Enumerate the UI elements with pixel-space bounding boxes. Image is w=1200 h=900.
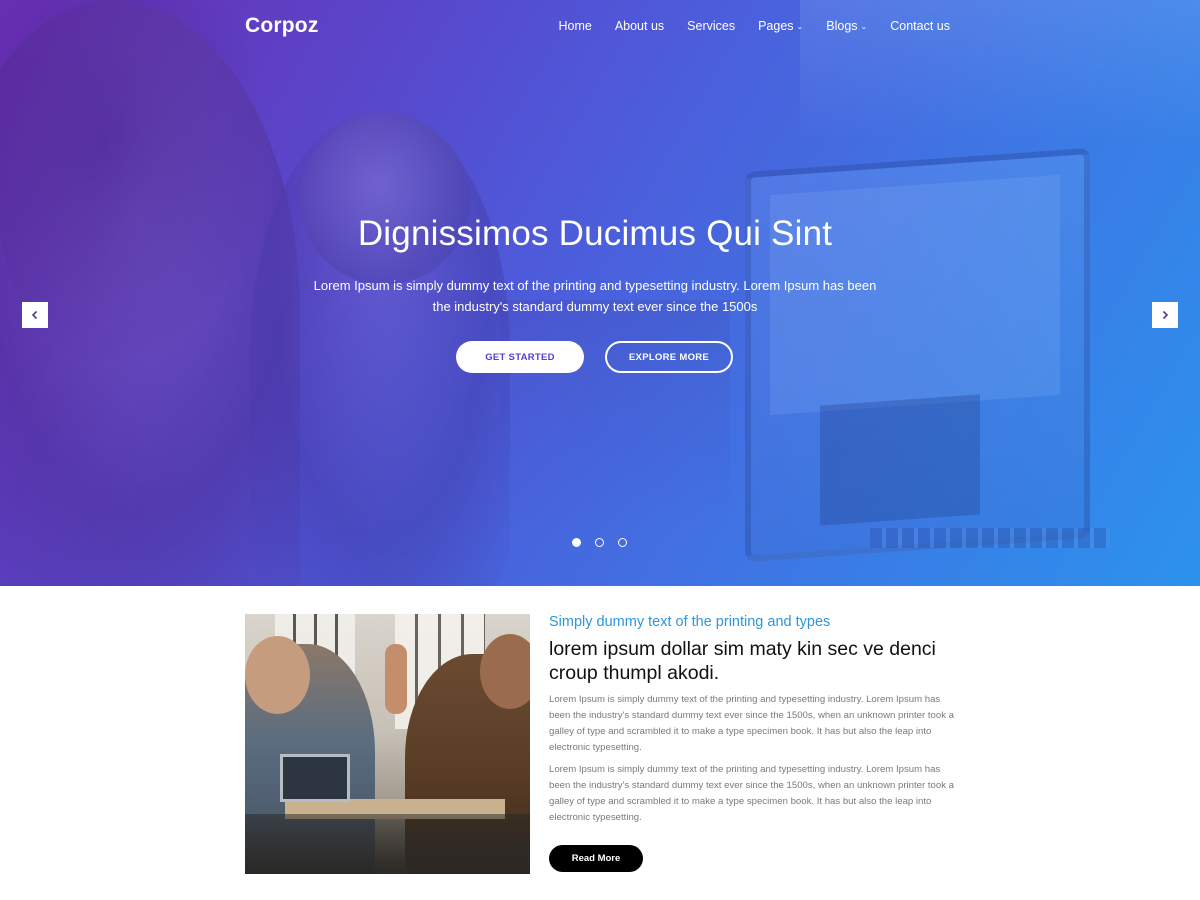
slider-prev-button[interactable] [22, 302, 48, 328]
chevron-down-icon: ⌄ [796, 21, 804, 31]
nav-item-blogs[interactable]: Blogs ⌄ [826, 19, 867, 33]
nav-item-label: Blogs [826, 19, 858, 33]
slider-dot[interactable] [595, 538, 604, 547]
nav-item-label: Home [558, 19, 592, 33]
image-laptop [280, 754, 350, 802]
hero-slider: Corpoz Home About us Services Pages ⌄ Blo… [0, 0, 1200, 586]
nav-item-label: Contact us [890, 19, 950, 33]
team-high-five-image [245, 614, 530, 874]
nav-item-services[interactable]: Services [687, 19, 735, 33]
chevron-left-icon [31, 310, 38, 320]
slider-pagination [572, 538, 627, 547]
read-more-button[interactable]: Read More [549, 845, 643, 872]
image-person-head [245, 636, 310, 714]
explore-more-button[interactable]: EXPLORE MORE [605, 341, 733, 373]
about-paragraph: Lorem Ipsum is simply dummy text of the … [549, 764, 955, 823]
nav-item-label: Services [687, 19, 736, 33]
about-paragraph: Lorem Ipsum is simply dummy text of the … [549, 694, 955, 753]
chevron-right-icon [1162, 310, 1169, 320]
about-kicker: Simply dummy text of the printing and ty… [549, 614, 831, 630]
nav-item-home[interactable]: Home [558, 19, 591, 33]
image-foreground [245, 814, 530, 874]
nav-item-contact-us[interactable]: Contact us [890, 19, 950, 33]
slider-next-button[interactable] [1152, 302, 1178, 328]
hero-title: Dignissimos Ducimus Qui Sint [357, 214, 833, 253]
slider-dot[interactable] [618, 538, 627, 547]
chevron-down-icon: ⌄ [860, 21, 868, 31]
slider-dot[interactable] [572, 538, 581, 547]
nav-item-label: Pages [758, 19, 794, 33]
get-started-button[interactable]: GET STARTED [456, 341, 584, 373]
main-menu: Home About us Services Pages ⌄ Blogs ⌄ Con… [558, 19, 950, 33]
image-hands [385, 644, 407, 714]
site-header: Corpoz Home About us Services Pages ⌄ Blo… [245, 0, 955, 54]
site-logo[interactable]: Corpoz [245, 14, 319, 38]
hero-description: Lorem Ipsum is simply dummy text of the … [313, 278, 877, 314]
nav-item-label: About us [614, 19, 665, 33]
nav-item-about-us[interactable]: About us [615, 19, 664, 33]
nav-item-pages[interactable]: Pages ⌄ [758, 19, 803, 33]
about-title: lorem ipsum dollar sim maty kin sec ve d… [549, 638, 936, 684]
